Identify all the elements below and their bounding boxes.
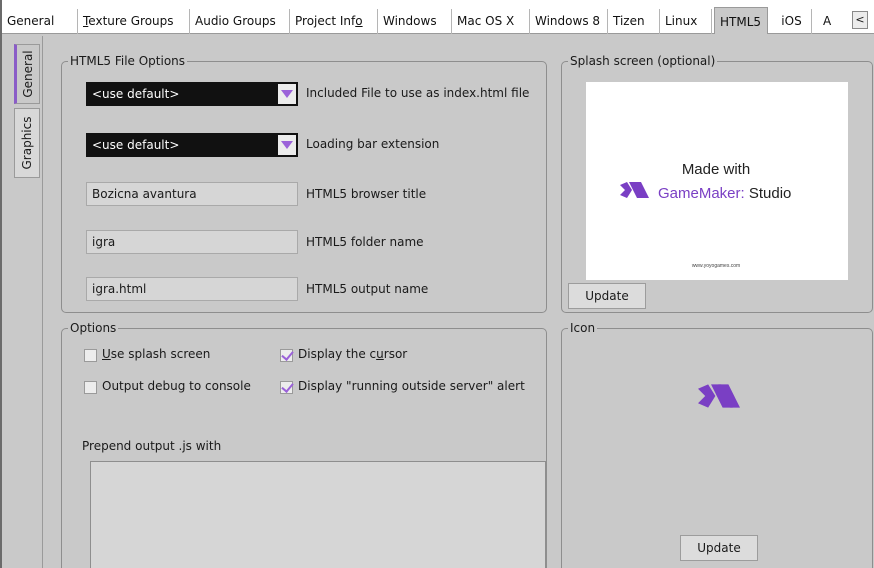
tab-label: Windows 8	[535, 14, 601, 28]
chevron-down-icon[interactable]	[278, 135, 296, 155]
tab-general[interactable]: General	[2, 9, 78, 34]
tab-label: Linux	[665, 14, 698, 28]
settings-content: General Graphics HTML5 File Options <use…	[4, 34, 874, 568]
made-with-text: Made with	[682, 161, 750, 178]
group-legend: Splash screen (optional)	[568, 54, 718, 68]
tab-windows[interactable]: Windows	[378, 9, 452, 34]
window: General Texture Groups Audio Groups Proj…	[0, 0, 874, 568]
icon-group: Icon Update	[561, 321, 873, 568]
tab-label: Windows	[383, 14, 437, 28]
use-splash-label[interactable]: Use splash screen	[102, 347, 210, 361]
index-file-label: Included File to use as index.html file	[306, 86, 530, 100]
group-legend: Icon	[568, 321, 598, 335]
output-name-label: HTML5 output name	[306, 282, 429, 296]
options-group: Options Use splash screen Display the cu…	[61, 321, 547, 568]
tab-scroll-left-button[interactable]: <	[852, 11, 868, 29]
display-cursor-label[interactable]: Display the cursor	[298, 347, 407, 361]
splash-screen-group: Splash screen (optional) Made with GameM…	[561, 54, 873, 313]
tab-label: HTML5	[720, 15, 762, 29]
folder-name-input[interactable]: igra	[86, 230, 298, 254]
tab-mnemonic: o	[355, 14, 363, 28]
side-tab-graphics[interactable]: Graphics	[14, 108, 40, 178]
gamemaker-app-icon	[698, 384, 740, 408]
tab-android-partial[interactable]: A	[818, 9, 852, 34]
prepend-js-textarea[interactable]	[90, 461, 546, 568]
chevron-left-icon: <	[855, 13, 865, 26]
debug-console-checkbox[interactable]	[84, 381, 97, 394]
tab-label: iOS	[781, 14, 802, 28]
splash-preview-image: Made with GameMaker: Studio www.yoyogame…	[586, 82, 848, 280]
label-text: rsor	[383, 347, 408, 361]
label-mnemonic: u	[376, 347, 384, 361]
tab-audio-groups[interactable]: Audio Groups	[190, 9, 290, 34]
tab-label: Audio Groups	[195, 14, 276, 28]
tab-label: exture Groups	[88, 14, 174, 28]
gamemaker-splash-graphic: Made with GameMaker: Studio www.yoyogame…	[620, 161, 791, 269]
browser-title-label: HTML5 browser title	[306, 187, 427, 201]
gamemaker-logo-icon	[620, 182, 649, 198]
html5-file-options-group: HTML5 File Options <use default> Include…	[61, 54, 547, 313]
tab-label: A	[823, 14, 832, 28]
label-text: Display the c	[298, 347, 377, 361]
side-tab-label: Graphics	[20, 116, 34, 170]
loading-bar-label: Loading bar extension	[306, 137, 440, 151]
dropdown-value: <use default>	[92, 87, 180, 101]
tab-ios[interactable]: iOS	[772, 9, 812, 34]
general-panel: HTML5 File Options <use default> Include…	[42, 36, 874, 568]
platform-tab-bar: General Texture Groups Audio Groups Proj…	[2, 0, 874, 35]
tab-texture-groups[interactable]: Texture Groups	[78, 9, 190, 34]
chevron-down-icon[interactable]	[278, 84, 296, 104]
dropdown-value: <use default>	[92, 138, 180, 152]
browser-title-input[interactable]: Bozicna avantura	[86, 182, 298, 206]
server-alert-label[interactable]: Display "running outside server" alert	[298, 379, 525, 393]
use-splash-checkbox[interactable]	[84, 349, 97, 362]
tab-mac-os-x[interactable]: Mac OS X	[452, 9, 530, 34]
tab-linux[interactable]: Linux	[660, 9, 712, 34]
icon-update-button[interactable]: Update	[680, 535, 758, 561]
gamemaker-brand-text: GameMaker: Studio	[658, 185, 791, 202]
tab-tizen[interactable]: Tizen	[608, 9, 660, 34]
tab-windows-8[interactable]: Windows 8	[530, 9, 608, 34]
tab-project-info[interactable]: Project Info	[290, 9, 378, 34]
loading-bar-dropdown[interactable]: <use default>	[86, 133, 298, 157]
tab-label: Project Inf	[295, 14, 356, 28]
tab-label: General	[7, 14, 55, 28]
display-cursor-checkbox[interactable]	[280, 349, 293, 362]
output-name-input[interactable]: igra.html	[86, 277, 298, 301]
label-mnemonic: U	[102, 347, 111, 361]
side-tab-general[interactable]: General	[14, 44, 40, 104]
side-tab-label: General	[21, 50, 35, 98]
group-legend: Options	[68, 321, 119, 335]
server-alert-checkbox[interactable]	[280, 381, 293, 394]
prepend-js-label: Prepend output .js with	[82, 439, 222, 453]
folder-name-label: HTML5 folder name	[306, 235, 424, 249]
index-file-dropdown[interactable]: <use default>	[86, 82, 298, 106]
group-legend: HTML5 File Options	[68, 54, 188, 68]
splash-update-button[interactable]: Update	[568, 283, 646, 309]
tab-label: Tizen	[613, 14, 645, 28]
tab-html5[interactable]: HTML5	[714, 7, 768, 35]
debug-console-label[interactable]: Output debug to console	[102, 379, 251, 393]
yoyogames-url-text: www.yoyogames.com	[692, 263, 740, 269]
tab-label: Mac OS X	[457, 14, 515, 28]
label-text: se splash screen	[110, 347, 211, 361]
